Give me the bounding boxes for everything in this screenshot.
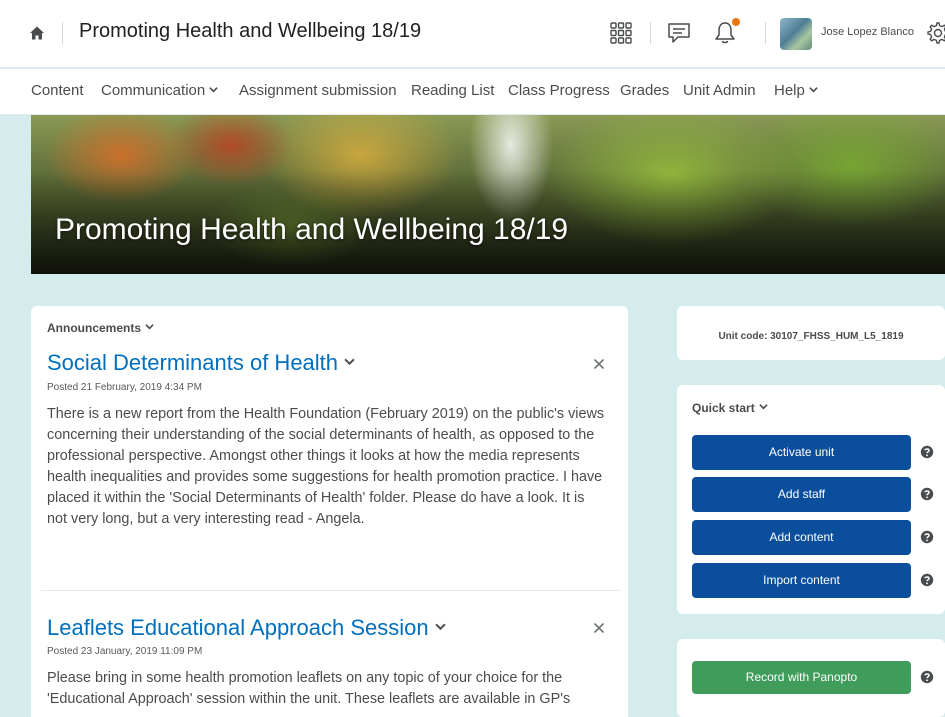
add-content-button[interactable]: Add content <box>692 520 911 555</box>
help-icon[interactable] <box>920 487 934 501</box>
banner-title: Promoting Health and Wellbeing 18/19 <box>55 213 569 246</box>
announcement-title-text: Leaflets Educational Approach Session <box>47 615 429 640</box>
chevron-down-icon <box>145 324 154 330</box>
nav-item-help[interactable]: Help <box>774 82 818 99</box>
nav-item-label: Communication <box>101 82 206 99</box>
help-icon[interactable] <box>920 445 934 459</box>
divider <box>765 22 766 44</box>
nav-item-class-progress[interactable]: Class Progress <box>508 82 610 99</box>
announcement-body: Please bring in some health promotion le… <box>47 670 571 707</box>
chevron-down-icon <box>344 358 355 366</box>
message-alerts-icon[interactable] <box>666 20 692 46</box>
quick-start-widget: Quick start Activate unit Add staff Add … <box>677 385 945 614</box>
unit-code-widget: Unit code: 30107_FHSS_HUM_L5_1819 <box>677 306 945 360</box>
nav-item-label: Reading List <box>411 82 495 99</box>
divider <box>41 590 621 591</box>
announcements-header-label: Announcements <box>47 321 142 335</box>
notification-indicator <box>732 18 740 26</box>
chevron-down-icon <box>809 87 818 93</box>
nav-item-label: Class Progress <box>508 82 610 99</box>
dismiss-icon[interactable] <box>593 358 605 370</box>
nav-item-assignment-submission[interactable]: Assignment submission <box>239 82 397 99</box>
nav-item-label: Help <box>774 82 805 99</box>
announcement-body: There is a new report from the Health Fo… <box>47 406 605 527</box>
divider <box>650 22 651 44</box>
quick-start-header-label: Quick start <box>692 401 755 415</box>
divider <box>62 22 63 44</box>
nav-item-grades[interactable]: Grades <box>620 82 669 99</box>
add-staff-button[interactable]: Add staff <box>692 477 911 512</box>
announcement-date: Posted 23 January, 2019 11:09 PM <box>47 646 203 657</box>
banner-shade <box>31 115 945 274</box>
announcement-title[interactable]: Leaflets Educational Approach Session <box>47 615 446 641</box>
announcements-header[interactable]: Announcements <box>47 321 154 335</box>
chevron-down-icon <box>209 87 218 93</box>
help-icon[interactable] <box>920 530 934 544</box>
import-content-button[interactable]: Import content <box>692 563 911 598</box>
course-title[interactable]: Promoting Health and Wellbeing 18/19 <box>79 20 421 43</box>
dismiss-icon[interactable] <box>593 622 605 634</box>
activate-unit-button[interactable]: Activate unit <box>692 435 911 470</box>
announcement-title[interactable]: Social Determinants of Health <box>47 350 355 376</box>
nav-item-label: Assignment submission <box>239 82 397 99</box>
course-banner: Promoting Health and Wellbeing 18/19 <box>31 115 945 274</box>
user-name[interactable]: Jose Lopez Blanco <box>821 26 914 38</box>
unit-selector-grid-icon[interactable] <box>608 20 634 46</box>
nav-item-communication[interactable]: Communication <box>101 82 218 99</box>
announcement-title-text: Social Determinants of Health <box>47 350 339 375</box>
nav-item-label: Content <box>31 82 84 99</box>
announcement-date: Posted 21 February, 2019 4:34 PM <box>47 382 202 393</box>
quick-start-header[interactable]: Quick start <box>692 401 768 415</box>
chevron-down-icon <box>435 623 446 631</box>
navbar: Content Communication Assignment submiss… <box>0 69 945 115</box>
top-bar: Promoting Health and Wellbeing 18/19 Jos… <box>0 0 945 68</box>
home-icon[interactable] <box>29 25 45 41</box>
record-with-panopto-button[interactable]: Record with Panopto <box>692 661 911 694</box>
chevron-down-icon <box>759 404 768 410</box>
nav-item-label: Unit Admin <box>683 82 756 99</box>
nav-item-content[interactable]: Content <box>31 82 84 99</box>
nav-item-label: Grades <box>620 82 670 99</box>
help-icon[interactable] <box>920 573 934 587</box>
gear-icon[interactable] <box>927 22 945 44</box>
avatar[interactable] <box>780 18 812 50</box>
nav-item-reading-list[interactable]: Reading List <box>411 82 494 99</box>
announcements-widget: Announcements Social Determinants of Hea… <box>31 306 628 717</box>
nav-item-unit-admin[interactable]: Unit Admin <box>683 82 756 99</box>
panopto-widget: Record with Panopto <box>677 639 945 717</box>
unit-code: Unit code: 30107_FHSS_HUM_L5_1819 <box>718 331 904 342</box>
help-icon[interactable] <box>920 670 934 684</box>
